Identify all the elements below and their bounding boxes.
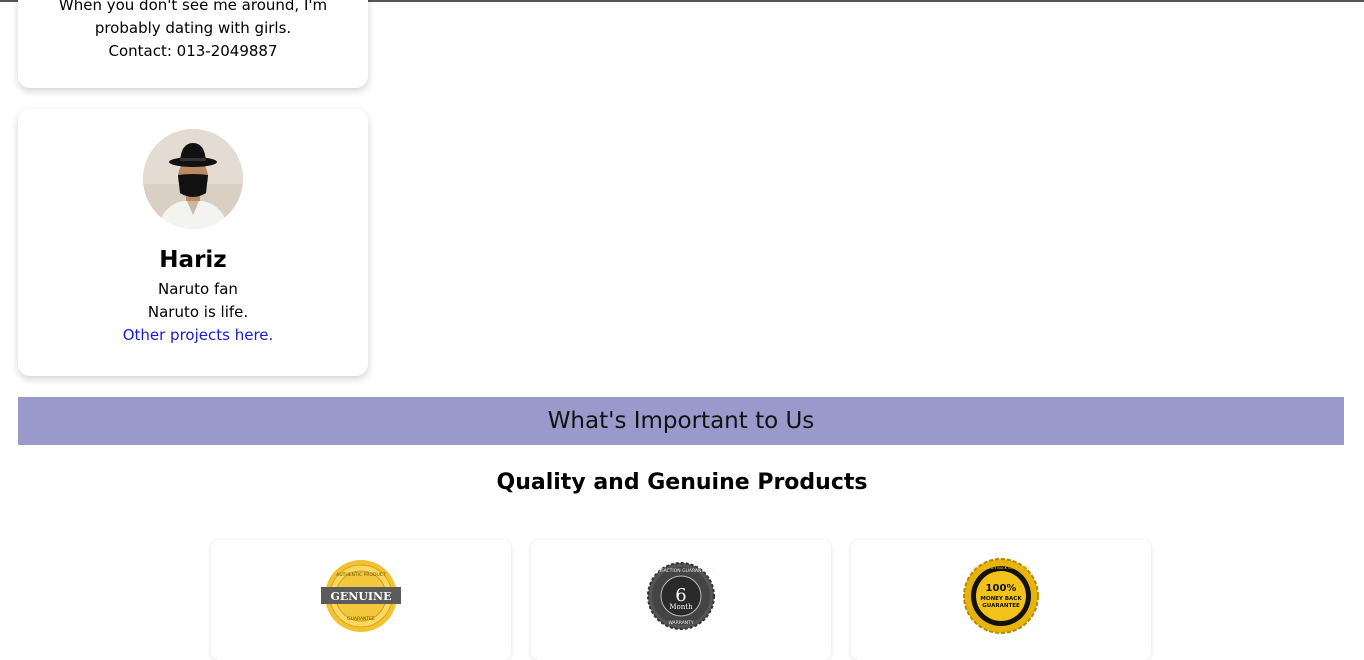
six-month-warranty-icon: SATISFACTION GUARANTEED 6 Month WARRANTY	[647, 562, 715, 630]
svg-text:GUARANTEE: GUARANTEE	[347, 616, 375, 622]
member-contact: Contact: 013-2049887	[108, 42, 278, 60]
feature-card: 100% MONEY BACK GUARANTEE 100% MONEY BAC…	[851, 540, 1151, 660]
svg-text:100%: 100%	[986, 583, 1017, 594]
team-member-card: Hariz Naruto fan Naruto is life. Other p…	[18, 109, 368, 376]
member-bio: When you don't see me around, I'm	[58, 0, 328, 14]
svg-text:GUARANTEE: GUARANTEE	[982, 603, 1020, 609]
other-projects-link[interactable]: Other projects here.	[123, 326, 274, 344]
feature-card: AUTHENTIC PRODUCT GUARANTEE GENUINE	[211, 540, 511, 660]
svg-text:WARRANTY: WARRANTY	[668, 620, 694, 626]
genuine-badge-icon: AUTHENTIC PRODUCT GUARANTEE GENUINE	[321, 560, 401, 632]
team-member-card: When you don't see me around, I'm probab…	[18, 0, 368, 88]
member-tagline: Naruto fan	[158, 280, 238, 298]
svg-text:Month: Month	[669, 603, 693, 611]
svg-text:MONEY BACK: MONEY BACK	[980, 596, 1022, 602]
money-back-guarantee-icon: 100% MONEY BACK GUARANTEE 100% MONEY BAC…	[963, 558, 1039, 634]
avatar	[143, 129, 243, 229]
svg-text:GENUINE: GENUINE	[330, 590, 391, 603]
svg-text:AUTHENTIC PRODUCT: AUTHENTIC PRODUCT	[336, 572, 386, 578]
svg-text:SATISFACTION GUARANTEED: SATISFACTION GUARANTEED	[649, 568, 714, 574]
feature-card: SATISFACTION GUARANTEED 6 Month WARRANTY	[531, 540, 831, 660]
member-bio: probably dating with girls.	[94, 19, 292, 37]
section-banner: What's Important to Us	[18, 397, 1344, 445]
section-heading: Quality and Genuine Products	[496, 470, 868, 495]
member-name: Hariz	[159, 247, 227, 273]
member-tagline: Naruto is life.	[147, 303, 249, 321]
svg-text:100% MONEY BACK GUARANTEE: 100% MONEY BACK GUARANTEE	[972, 566, 1029, 570]
